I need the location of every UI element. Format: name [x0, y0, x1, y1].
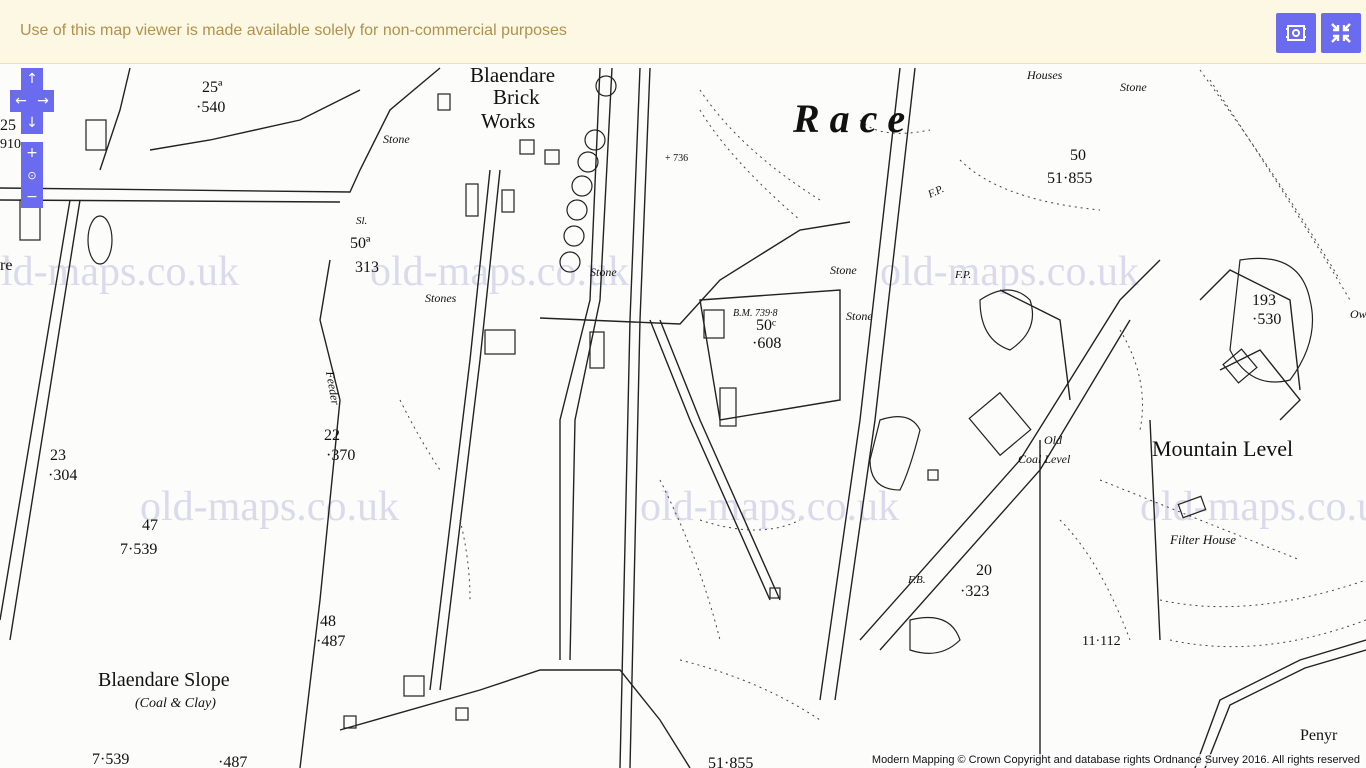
map-label-stone: Stone — [1120, 80, 1147, 94]
watermark-text: old-maps.co.uk — [1140, 484, 1366, 530]
usage-notice-banner: Use of this map viewer is made available… — [0, 0, 1366, 64]
zoom-reset-button[interactable]: ⊙ — [21, 164, 43, 186]
parcel-area: ·608 — [752, 335, 781, 352]
map-label-edge: re — [0, 257, 12, 274]
map-label-footpath: F.P. — [925, 183, 946, 201]
parcel-number: 50ª — [350, 235, 371, 252]
parcel-area: 11·112 — [1082, 634, 1121, 649]
parcel-area: 51·855 — [1047, 170, 1092, 187]
map-navigation-panel: ↑ ← → ↓ + ⊙ − — [10, 68, 56, 210]
usage-notice-text: Use of this map viewer is made available… — [20, 22, 567, 39]
map-attribution: Modern Mapping © Crown Copyright and dat… — [869, 754, 1362, 766]
parcel-area: 51·855 — [708, 755, 753, 768]
parcel-area: ·370 — [326, 447, 355, 464]
map-label-stone: Stone — [830, 263, 857, 277]
pan-left-button[interactable]: ← — [10, 90, 32, 112]
map-label-works: Works — [481, 109, 535, 133]
spot-height: + 736 — [665, 153, 688, 164]
map-label-stone: Stone — [590, 265, 617, 279]
fit-extent-button[interactable] — [1276, 13, 1316, 53]
zoom-out-button[interactable]: − — [21, 186, 43, 208]
parcel-area: 7·539 — [120, 541, 157, 558]
map-label-filter-house: Filter House — [1169, 532, 1236, 547]
fit-extent-icon — [1286, 25, 1306, 41]
parcel-number: 23 — [50, 447, 66, 464]
parcel-number: 48 — [320, 613, 336, 630]
historic-os-map: old-maps.co.uk old-maps.co.uk old-maps.c… — [0, 63, 1366, 768]
watermark-text: old-maps.co.uk — [140, 484, 399, 530]
map-canvas[interactable]: old-maps.co.uk old-maps.co.uk old-maps.c… — [0, 0, 1366, 768]
map-label-stone: Stone — [383, 132, 410, 146]
map-hachures — [399, 69, 1366, 721]
map-label-mountain-level: Mountain Level — [1152, 436, 1293, 461]
map-label-houses: Houses — [1026, 68, 1063, 82]
map-label-sl: Sl. — [356, 215, 367, 227]
map-label-blaendare: Blaendare — [470, 63, 555, 87]
map-buildings — [19, 75, 1314, 729]
parcel-area: ·530 — [1252, 311, 1281, 328]
parcel-area: 313 — [355, 259, 379, 276]
parcel-number: 22 — [324, 427, 340, 444]
pan-down-button[interactable]: ↓ — [21, 112, 43, 134]
exit-fullscreen-button[interactable] — [1321, 13, 1361, 53]
watermark-layer: old-maps.co.uk old-maps.co.uk old-maps.c… — [0, 249, 1366, 530]
map-label-footpath: F.P. — [954, 269, 971, 281]
map-label-brick: Brick — [493, 85, 540, 109]
exit-fullscreen-icon — [1331, 23, 1351, 43]
map-label-feeder: Feeder — [323, 369, 343, 406]
parcel-area: ·540 — [196, 99, 225, 116]
map-label-stone: Stone — [846, 309, 873, 323]
parcel-number: 50ᶜ — [756, 317, 776, 334]
parcel-number: 193 — [1252, 292, 1276, 309]
map-label-stones: Stones — [425, 291, 457, 305]
map-labels: Blaendare Brick Works R a c e Stone Ston… — [0, 63, 1366, 768]
parcel-number: 47 — [142, 517, 158, 534]
pan-up-button[interactable]: ↑ — [21, 68, 43, 90]
parcel-number: 20 — [976, 562, 992, 579]
parcel-area: ·304 — [48, 467, 77, 484]
pan-right-button[interactable]: → — [32, 90, 54, 112]
parcel-area: ·487 — [218, 754, 247, 768]
parcel-area: ·323 — [960, 583, 989, 600]
map-label-edge: Ow — [1350, 307, 1366, 321]
watermark-text: old-maps.co.uk — [880, 249, 1139, 295]
map-label-footbridge: F.B. — [907, 574, 926, 586]
parcel-number: 50 — [1070, 147, 1086, 164]
parcel-number: 25ª — [202, 79, 223, 96]
map-linework — [0, 67, 1366, 768]
map-label-race: R a c e — [792, 96, 905, 141]
zoom-in-button[interactable]: + — [21, 142, 43, 164]
map-label-coal-clay: (Coal & Clay) — [135, 696, 216, 711]
map-label-old-coal-level: Old — [1044, 433, 1063, 447]
watermark-text: old-maps.co.uk — [0, 249, 239, 295]
map-label-old-coal-level: Coal Level — [1018, 452, 1071, 466]
map-label-blaendare-slope: Blaendare Slope — [98, 669, 230, 691]
map-label-penyr: Penyr — [1300, 727, 1338, 744]
parcel-area: ·487 — [316, 633, 345, 650]
parcel-area: 7·539 — [92, 751, 129, 768]
